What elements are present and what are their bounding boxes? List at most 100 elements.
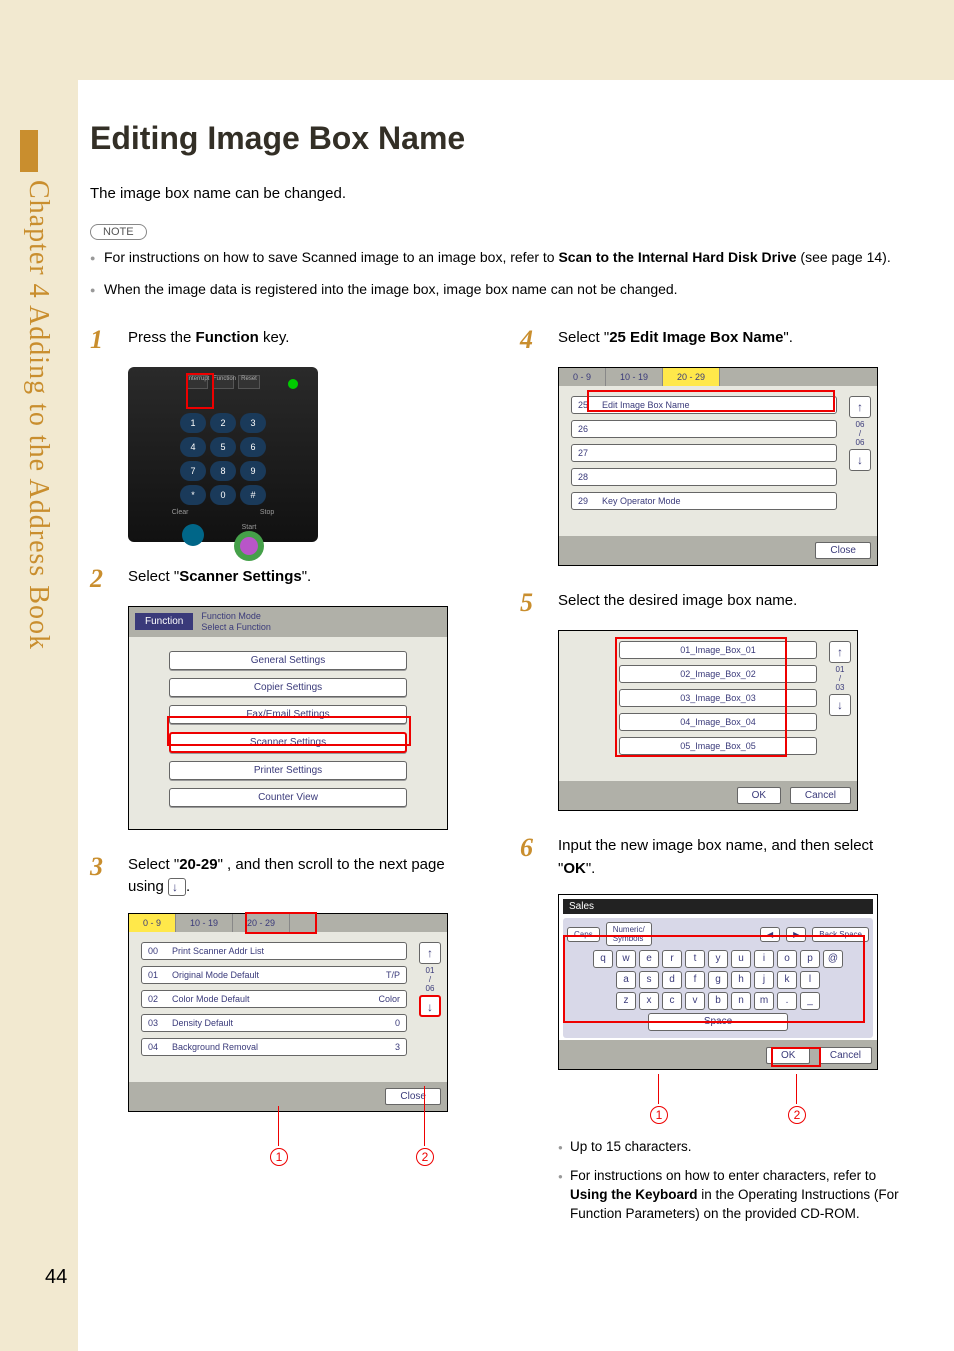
scroll-down-icon[interactable]: ↓ <box>419 995 441 1017</box>
keyboard-key[interactable]: d <box>662 971 682 989</box>
keyboard-key[interactable]: @ <box>823 950 843 968</box>
keyboard-key[interactable]: v <box>685 992 705 1010</box>
image-box-item[interactable]: 03_Image_Box_03 <box>619 689 817 707</box>
function-tab[interactable]: Function <box>135 613 193 630</box>
scroll-up-icon[interactable]: ↑ <box>849 396 871 418</box>
keyboard-key[interactable]: _ <box>800 992 820 1010</box>
keypad-key[interactable]: 0 <box>210 485 236 505</box>
tab[interactable]: 20 - 29 <box>233 914 290 932</box>
keyboard-key[interactable]: h <box>731 971 751 989</box>
ok-button[interactable]: OK <box>766 1047 810 1064</box>
menu-item-scanner-settings[interactable]: Scanner Settings <box>169 732 407 753</box>
keyboard-key[interactable]: z <box>616 992 636 1010</box>
caps-button[interactable]: Caps <box>567 927 600 942</box>
list-row-edit-image-box[interactable]: 25Edit Image Box Name <box>571 396 837 414</box>
keyboard-key[interactable]: j <box>754 971 774 989</box>
cancel-button[interactable]: Cancel <box>819 1047 872 1064</box>
list-row[interactable]: 29Key Operator Mode <box>571 492 837 510</box>
menu-item[interactable]: Fax/Email Settings <box>169 705 407 724</box>
keypad-key[interactable]: 7 <box>180 461 206 481</box>
close-button[interactable]: Close <box>385 1088 441 1105</box>
keypad-key[interactable]: 9 <box>240 461 266 481</box>
keyboard-key[interactable]: n <box>731 992 751 1010</box>
ok-button[interactable]: OK <box>737 787 781 804</box>
keyboard-key[interactable]: e <box>639 950 659 968</box>
keyboard-key[interactable]: m <box>754 992 774 1010</box>
keyboard-key[interactable]: a <box>616 971 636 989</box>
keyboard-key[interactable]: x <box>639 992 659 1010</box>
scroll-down-icon[interactable]: ↓ <box>829 694 851 716</box>
list-row[interactable]: 04Background Removal3 <box>141 1038 407 1056</box>
keypad-key[interactable]: * <box>180 485 206 505</box>
tab[interactable]: 10 - 19 <box>176 914 233 932</box>
list-row[interactable]: 27 <box>571 444 837 462</box>
keyboard-key[interactable]: f <box>685 971 705 989</box>
keyboard-key[interactable]: w <box>616 950 636 968</box>
scroll-indicator: 06 / 06 <box>849 420 871 447</box>
image-box-item[interactable]: 01_Image_Box_01 <box>619 641 817 659</box>
keypad-key[interactable]: 4 <box>180 437 206 457</box>
start-button[interactable] <box>234 531 264 561</box>
image-box-item[interactable]: 02_Image_Box_02 <box>619 665 817 683</box>
list-row[interactable]: 01Original Mode DefaultT/P <box>141 966 407 984</box>
keyboard-display: Sales <box>563 899 873 914</box>
step-number: 4 <box>520 327 558 353</box>
device-top-btn[interactable]: Reset <box>238 375 260 389</box>
keypad-key[interactable]: 6 <box>240 437 266 457</box>
menu-item[interactable]: General Settings <box>169 651 407 670</box>
keyboard-key[interactable]: i <box>754 950 774 968</box>
keypad-key[interactable]: 3 <box>240 413 266 433</box>
tab[interactable]: 10 - 19 <box>606 368 663 386</box>
keyboard-key[interactable]: t <box>685 950 705 968</box>
keyboard-key[interactable]: . <box>777 992 797 1010</box>
menu-item[interactable]: Printer Settings <box>169 761 407 780</box>
close-button[interactable]: Close <box>815 542 871 559</box>
cursor-right-icon[interactable]: ▶ <box>786 927 806 942</box>
keypad-key[interactable]: # <box>240 485 266 505</box>
keypad-key[interactable]: 1 <box>180 413 206 433</box>
keyboard-key[interactable]: c <box>662 992 682 1010</box>
callout-2: 2 <box>416 1148 434 1166</box>
keyboard-key[interactable]: u <box>731 950 751 968</box>
backspace-button[interactable]: Back Space <box>812 927 869 942</box>
menu-item[interactable]: Copier Settings <box>169 678 407 697</box>
keyboard-key[interactable]: b <box>708 992 728 1010</box>
cursor-left-icon[interactable]: ◀ <box>760 927 780 942</box>
tab[interactable]: 0 - 9 <box>559 368 606 386</box>
keyboard-key[interactable]: s <box>639 971 659 989</box>
step-text: Input the new image box name, and then s… <box>558 835 910 880</box>
keyboard-key[interactable]: l <box>800 971 820 989</box>
keyboard-key[interactable]: p <box>800 950 820 968</box>
scroll-down-icon[interactable]: ↓ <box>849 449 871 471</box>
clear-button[interactable] <box>182 524 204 546</box>
space-key[interactable]: Space <box>648 1013 788 1031</box>
scroll-up-icon[interactable]: ↑ <box>419 942 441 964</box>
step-text: Select "20-29" , and then scroll to the … <box>128 854 480 899</box>
list-row[interactable]: 26 <box>571 420 837 438</box>
keyboard-key[interactable]: k <box>777 971 797 989</box>
image-box-item[interactable]: 05_Image_Box_05 <box>619 737 817 755</box>
keyboard-key[interactable]: q <box>593 950 613 968</box>
page-header-band <box>0 0 954 80</box>
cancel-button[interactable]: Cancel <box>790 787 851 804</box>
keypad-key[interactable]: 8 <box>210 461 236 481</box>
menu-item[interactable]: Counter View <box>169 788 407 807</box>
keyboard-key[interactable]: y <box>708 950 728 968</box>
scroll-up-icon[interactable]: ↑ <box>829 641 851 663</box>
callout-2: 2 <box>788 1106 806 1124</box>
keypad-key[interactable]: 5 <box>210 437 236 457</box>
keypad-key[interactable]: 2 <box>210 413 236 433</box>
image-box-item[interactable]: 04_Image_Box_04 <box>619 713 817 731</box>
numeric-symbols-button[interactable]: Numeric/ Symbols <box>606 922 652 946</box>
list-row[interactable]: 28 <box>571 468 837 486</box>
keyboard-key[interactable]: o <box>777 950 797 968</box>
tab-active[interactable]: 20 - 29 <box>663 368 720 386</box>
list-row[interactable]: 02Color Mode DefaultColor <box>141 990 407 1008</box>
device-top-btn[interactable]: Function <box>212 375 234 389</box>
list-row[interactable]: 03Density Default0 <box>141 1014 407 1032</box>
keyboard-key[interactable]: g <box>708 971 728 989</box>
step-number: 3 <box>90 854 128 899</box>
tab[interactable]: 0 - 9 <box>129 914 176 932</box>
list-row[interactable]: 00Print Scanner Addr List <box>141 942 407 960</box>
keyboard-key[interactable]: r <box>662 950 682 968</box>
